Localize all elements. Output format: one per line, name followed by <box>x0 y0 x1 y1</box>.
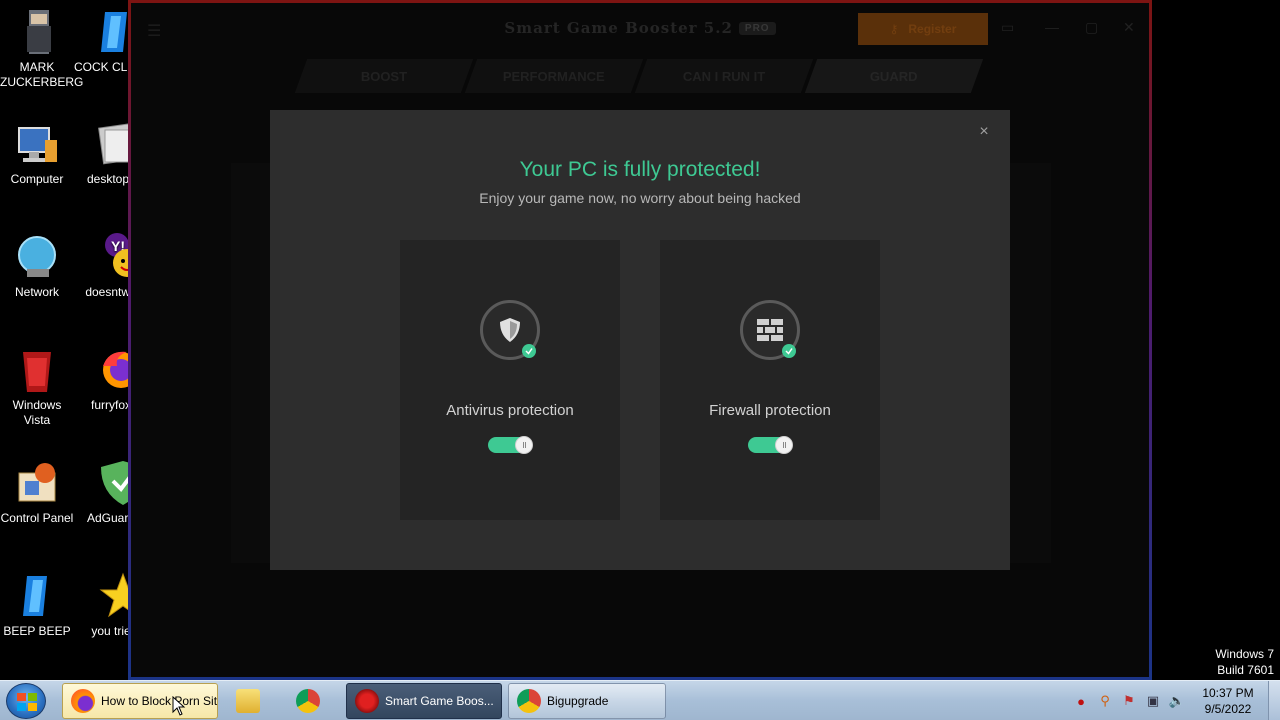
desktop-icon-label: Computer <box>10 172 64 186</box>
game-booster-icon <box>355 689 379 713</box>
dialog-title: Your PC is fully protected! <box>519 158 761 181</box>
check-icon <box>522 344 536 358</box>
game-booster-tray-icon[interactable]: ● <box>1072 692 1090 710</box>
desktop-icon-label: Windows Vista <box>12 398 62 427</box>
firewall-toggle[interactable] <box>748 436 793 454</box>
taskbar: How to Block Porn Site Smart Game Boos..… <box>0 680 1280 720</box>
windows-build-watermark: Windows 7 Build 7601 <box>1215 646 1274 678</box>
close-icon[interactable]: × <box>972 120 996 144</box>
volume-icon[interactable]: 🔈 <box>1168 692 1186 710</box>
control-panel-icon <box>13 459 61 507</box>
desktop-icon-label: BEEP BEEP <box>3 624 71 638</box>
desktop-icon-beep-beep[interactable]: BEEP BEEP <box>0 572 74 639</box>
desktop-icon-control-panel[interactable]: Control Panel <box>0 459 74 526</box>
show-desktop-button[interactable] <box>1268 681 1280 720</box>
desktop-icon-label: Control Panel <box>0 511 74 525</box>
antivirus-label: Antivirus protection <box>446 402 574 419</box>
cleaner-icon <box>13 572 61 620</box>
desktop-icon-network[interactable]: Network <box>0 233 74 300</box>
firefox-icon <box>71 689 95 713</box>
chrome-icon <box>517 689 541 713</box>
network-icon <box>13 233 61 281</box>
desktop-icon-label: MARK ZUCKERBERG <box>0 60 84 89</box>
firewall-card: Firewall protection <box>660 240 880 520</box>
computer-icon <box>13 120 61 168</box>
taskbar-item-label: Smart Game Boos... <box>385 694 494 708</box>
taskbar-item-bigupgrade[interactable]: Bigupgrade <box>508 683 666 719</box>
toggle-knob <box>515 436 533 454</box>
desktop-icon-mark-zuckerberg[interactable]: MARK ZUCKERBERG <box>0 8 84 90</box>
desktop-icon-windows-vista[interactable]: Windows Vista <box>0 346 74 428</box>
clock[interactable]: 10:37 PM 9/5/2022 <box>1196 685 1260 717</box>
desktop-icon-computer[interactable]: Computer <box>0 120 74 187</box>
taskbar-item-explorer[interactable] <box>228 683 274 719</box>
taskbar-item-label: How to Block Porn Site <box>101 694 217 708</box>
watermark-line: Build 7601 <box>1217 663 1274 677</box>
antivirus-card: Antivirus protection <box>400 240 620 520</box>
mouse-cursor-icon <box>172 696 186 716</box>
protection-dialog: × Your PC is fully protected! Enjoy your… <box>270 110 1010 570</box>
taskbar-item-game-booster[interactable]: Smart Game Boos... <box>346 683 502 719</box>
chrome-icon <box>296 689 320 713</box>
dialog-subtitle: Enjoy your game now, no worry about bein… <box>479 190 801 206</box>
system-tray: ● ⚲ ⚑ ▣ 🔈 <box>1072 681 1186 720</box>
clock-time: 10:37 PM <box>1202 686 1254 700</box>
search-tray-icon[interactable]: ⚲ <box>1096 692 1114 710</box>
network-tray-icon[interactable]: ▣ <box>1144 692 1162 710</box>
antivirus-toggle[interactable] <box>488 436 533 454</box>
taskbar-item-chrome[interactable] <box>288 683 334 719</box>
clock-date: 9/5/2022 <box>1204 702 1252 716</box>
watermark-line: Windows 7 <box>1215 647 1274 661</box>
desktop-icon-label: Network <box>14 285 59 299</box>
toggle-knob <box>775 436 793 454</box>
flag-tray-icon[interactable]: ⚑ <box>1120 692 1138 710</box>
taskbar-item-label: Bigupgrade <box>547 694 609 708</box>
taskbar-item-firefox[interactable]: How to Block Porn Site <box>62 683 218 719</box>
check-icon <box>782 344 796 358</box>
character-icon <box>13 8 61 56</box>
start-button[interactable] <box>6 683 46 719</box>
firewall-label: Firewall protection <box>709 402 831 419</box>
windows-logo-icon <box>17 693 37 711</box>
folder-icon <box>236 689 260 713</box>
recycle-bin-icon <box>13 346 61 394</box>
